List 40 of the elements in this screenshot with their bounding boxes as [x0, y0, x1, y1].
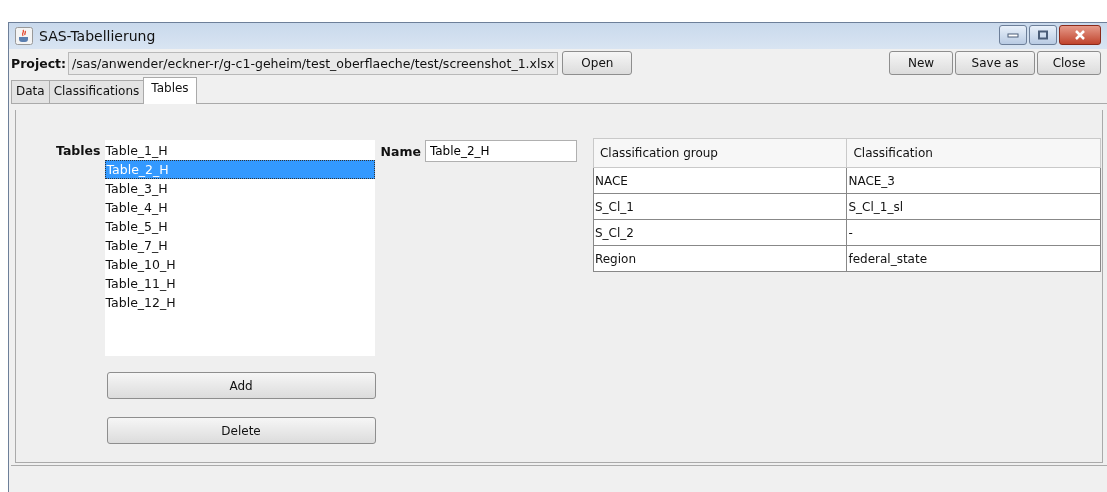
tab[interactable]: Classifications	[48, 80, 145, 103]
list-item[interactable]: Table_12_H	[104, 293, 375, 312]
name-field[interactable]: Table_2_H	[424, 140, 577, 162]
list-item[interactable]: Table_11_H	[104, 274, 375, 293]
table-cell: NACE	[593, 167, 847, 194]
table-cell: federal_state	[846, 245, 1101, 272]
close-icon	[1073, 29, 1087, 41]
tables-label: Tables	[56, 143, 101, 160]
tab[interactable]: Tables	[143, 77, 197, 104]
minimize-icon	[1007, 32, 1019, 38]
java-cup-icon	[15, 27, 33, 45]
open-button[interactable]: Open	[562, 51, 633, 75]
list-item[interactable]: Table_3_H	[104, 179, 375, 198]
table-cell: -	[846, 219, 1101, 246]
toolbar-button[interactable]: New	[889, 51, 953, 75]
list-item[interactable]: Table_5_H	[104, 217, 375, 236]
table-cell: Region	[593, 245, 847, 272]
minimize-button[interactable]	[999, 25, 1027, 45]
maximize-icon	[1037, 30, 1049, 40]
list-item[interactable]: Table_7_H	[104, 236, 375, 255]
toolbar-button[interactable]: Save as	[955, 51, 1035, 75]
column-header[interactable]: Classification	[846, 138, 1101, 168]
list-item[interactable]: Table_1_H	[104, 141, 375, 160]
window-title: SAS-Tabellierung	[39, 28, 156, 44]
list-item[interactable]: Table_10_H	[104, 255, 375, 274]
table-cell: S_Cl_2	[593, 219, 847, 246]
table-cell: S_Cl_1	[593, 193, 847, 220]
toolbar-button[interactable]: Close	[1037, 51, 1101, 75]
tab[interactable]: Data	[11, 80, 50, 103]
maximize-button[interactable]	[1029, 25, 1057, 45]
add-button[interactable]: Add	[106, 372, 376, 399]
project-path-field[interactable]: /sas/anwender/eckner-r/g-c1-geheim/test_oberflaeche/test/screenshot_1.xlsx	[68, 51, 559, 75]
project-label: Project:	[11, 55, 67, 71]
list-item[interactable]: Table_4_H	[104, 198, 375, 217]
close-button[interactable]	[1059, 25, 1101, 45]
table-cell: NACE_3	[846, 167, 1101, 194]
table-cell: S_Cl_1_sl	[846, 193, 1101, 220]
name-label: Name	[380, 143, 421, 159]
delete-button[interactable]: Delete	[106, 417, 376, 444]
column-header[interactable]: Classification group	[593, 138, 847, 168]
